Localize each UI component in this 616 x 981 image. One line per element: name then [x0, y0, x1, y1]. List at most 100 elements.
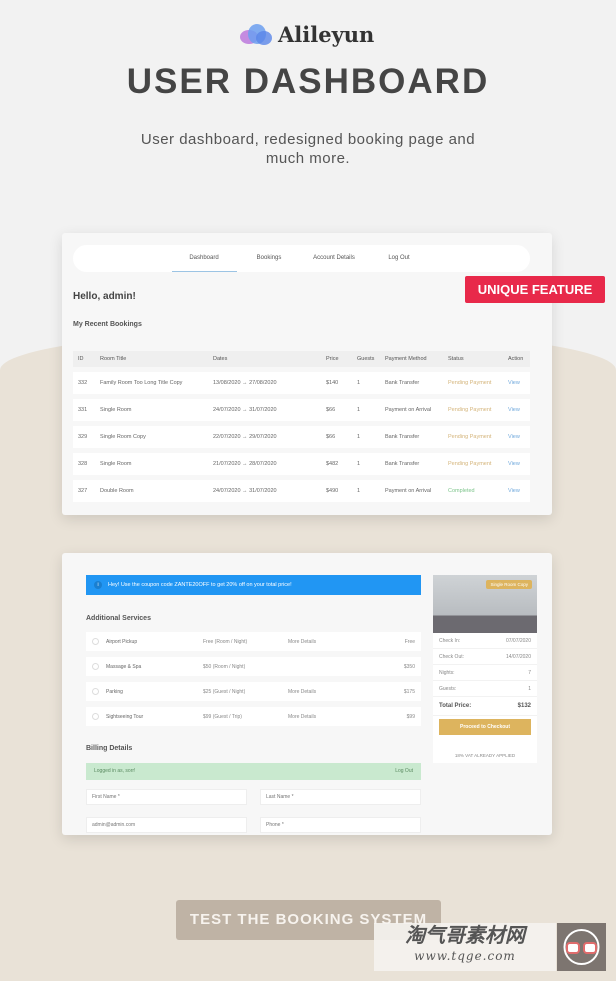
table-cell: 1: [352, 372, 380, 394]
service-price: $99: [406, 714, 415, 720]
service-row[interactable]: Sightseeing Tour $99 (Guest / Trip) More D…: [86, 707, 421, 726]
summary-label: Guests:: [439, 686, 457, 692]
service-radio[interactable]: [92, 663, 99, 670]
service-radio[interactable]: [92, 713, 99, 720]
service-name: Parking: [106, 689, 123, 695]
watermark-title: 淘气哥素材网: [405, 925, 525, 947]
total-row: Total Price: $132: [433, 697, 537, 716]
bookings-table: ID Room Title Dates Price Guests Payment Meth…: [73, 346, 530, 507]
dashboard-nav: Dashboard Bookings Account Details Log O…: [73, 245, 530, 272]
info-icon: i: [94, 581, 102, 589]
table-cell: Double Room: [95, 480, 208, 502]
logo-text: Alileyun: [278, 22, 375, 47]
glasses-logo-icon: [557, 923, 606, 971]
logged-in-text: Logged in as, sorr!: [94, 768, 136, 774]
phone-input[interactable]: [260, 817, 421, 833]
column-header-guests: Guests: [352, 351, 380, 367]
table-cell: Payment on Arrival: [380, 399, 443, 421]
table-cell: $66: [321, 399, 352, 421]
summary-value: 14/07/2020: [505, 654, 531, 660]
table-row: 329 Single Room Copy 22/07/2020 → 29/07/20…: [73, 426, 530, 448]
more-details-link[interactable]: More Details: [288, 689, 316, 695]
summary-row: Nights: 7: [433, 665, 537, 681]
service-rate: $99 (Guest / Trip): [203, 714, 242, 720]
booking-card: i Hey! Use the coupon code ZANTE20OFF to …: [62, 553, 552, 835]
view-link[interactable]: View: [503, 453, 530, 475]
watermark: 淘气哥素材网 www.tqge.com: [374, 923, 556, 971]
table-cell: 22/07/2020 → 29/07/2020: [208, 426, 321, 448]
total-value: $132: [517, 703, 531, 709]
service-radio[interactable]: [92, 688, 99, 695]
table-cell: Bank Transfer: [380, 372, 443, 394]
table-cell: 328: [73, 453, 95, 475]
more-details-link[interactable]: More Details: [288, 639, 316, 645]
summary-row: Check In: 07/07/2020: [433, 633, 537, 649]
summary-row: Check Out: 14/07/2020: [433, 649, 537, 665]
table-cell: $140: [321, 372, 352, 394]
view-link[interactable]: View: [503, 480, 530, 502]
view-link[interactable]: View: [503, 426, 530, 448]
service-row[interactable]: Airport Pickup Free (Room / Night) More De…: [86, 632, 421, 651]
table-cell: 1: [352, 480, 380, 502]
total-label: Total Price:: [439, 703, 472, 709]
column-header-action: Action: [503, 351, 530, 367]
table-cell: Single Room: [95, 399, 208, 421]
watermark-url: www.tqge.com: [414, 949, 516, 963]
vat-note: 18% VAT ALREADY APPLIED: [454, 753, 516, 758]
summary-label: Check Out:: [439, 654, 465, 660]
table-cell: 1: [352, 399, 380, 421]
view-link[interactable]: View: [503, 399, 530, 421]
service-row[interactable]: Parking $25 (Guest / Night) More Details $1…: [86, 682, 421, 701]
service-rate: Free (Room / Night): [203, 639, 248, 645]
column-header-dates: Dates: [208, 351, 321, 367]
table-row: 332 Family Room Too Long Title Copy 13/08/…: [73, 372, 530, 394]
column-header-status: Status: [443, 351, 503, 367]
coupon-banner: i Hey! Use the coupon code ZANTE20OFF to …: [86, 575, 421, 595]
table-cell: 331: [73, 399, 95, 421]
column-header-room-title: Room Title: [95, 351, 208, 367]
billing-title: Billing Details: [86, 745, 133, 752]
service-row[interactable]: Massage & Spa $50 (Room / Night) $350: [86, 657, 421, 676]
column-header-price: Price: [321, 351, 352, 367]
more-details-link[interactable]: More Details: [288, 714, 316, 720]
table-cell: 1: [352, 426, 380, 448]
table-cell: Family Room Too Long Title Copy: [95, 372, 208, 394]
table-cell: Single Room: [95, 453, 208, 475]
table-cell: 21/07/2020 → 28/07/2020: [208, 453, 321, 475]
first-name-input[interactable]: [86, 789, 247, 805]
view-link[interactable]: View: [503, 372, 530, 394]
summary-value: 1: [528, 686, 531, 692]
logout-link[interactable]: Log Out: [395, 763, 413, 780]
logo: Alileyun: [240, 22, 374, 47]
table-cell: Single Room Copy: [95, 426, 208, 448]
last-name-input[interactable]: [260, 789, 421, 805]
room-tag: Single Room Copy: [486, 580, 532, 589]
tab-dashboard[interactable]: Dashboard: [171, 245, 237, 272]
summary-label: Nights:: [439, 670, 455, 676]
service-name: Sightseeing Tour: [106, 714, 144, 720]
tab-log-out[interactable]: Log Out: [367, 245, 432, 272]
service-price: $350: [403, 664, 415, 670]
table-cell: Pending Payment: [443, 426, 503, 448]
column-header-id: ID: [73, 351, 95, 367]
logged-in-notice: Logged in as, sorr! Log Out: [86, 763, 421, 780]
table-cell: Payment on Arrival: [380, 480, 443, 502]
table-row: 328 Single Room 21/07/2020 → 28/07/2020 $48…: [73, 453, 530, 475]
summary-row: Guests: 1: [433, 681, 537, 697]
table-cell: $482: [321, 453, 352, 475]
table-cell: Completed: [443, 480, 503, 502]
unique-feature-badge: UNIQUE FEATURE: [465, 276, 605, 303]
service-name: Massage & Spa: [106, 664, 142, 670]
table-cell: $490: [321, 480, 352, 502]
booking-summary: Single Room Copy Check In: 07/07/2020 Chec…: [433, 575, 537, 763]
proceed-checkout-button[interactable]: Proceed to Checkout: [439, 719, 531, 735]
greeting: Hello, admin!: [73, 291, 136, 302]
service-name: Airport Pickup: [106, 639, 138, 645]
table-cell: Pending Payment: [443, 453, 503, 475]
tab-bookings[interactable]: Bookings: [237, 245, 302, 272]
service-radio[interactable]: [92, 638, 99, 645]
table-row: 327 Double Room 24/07/2020 → 31/07/2020 $49…: [73, 480, 530, 502]
table-cell: 327: [73, 480, 95, 502]
tab-account-details[interactable]: Account Details: [302, 245, 367, 272]
email-input[interactable]: [86, 817, 247, 833]
